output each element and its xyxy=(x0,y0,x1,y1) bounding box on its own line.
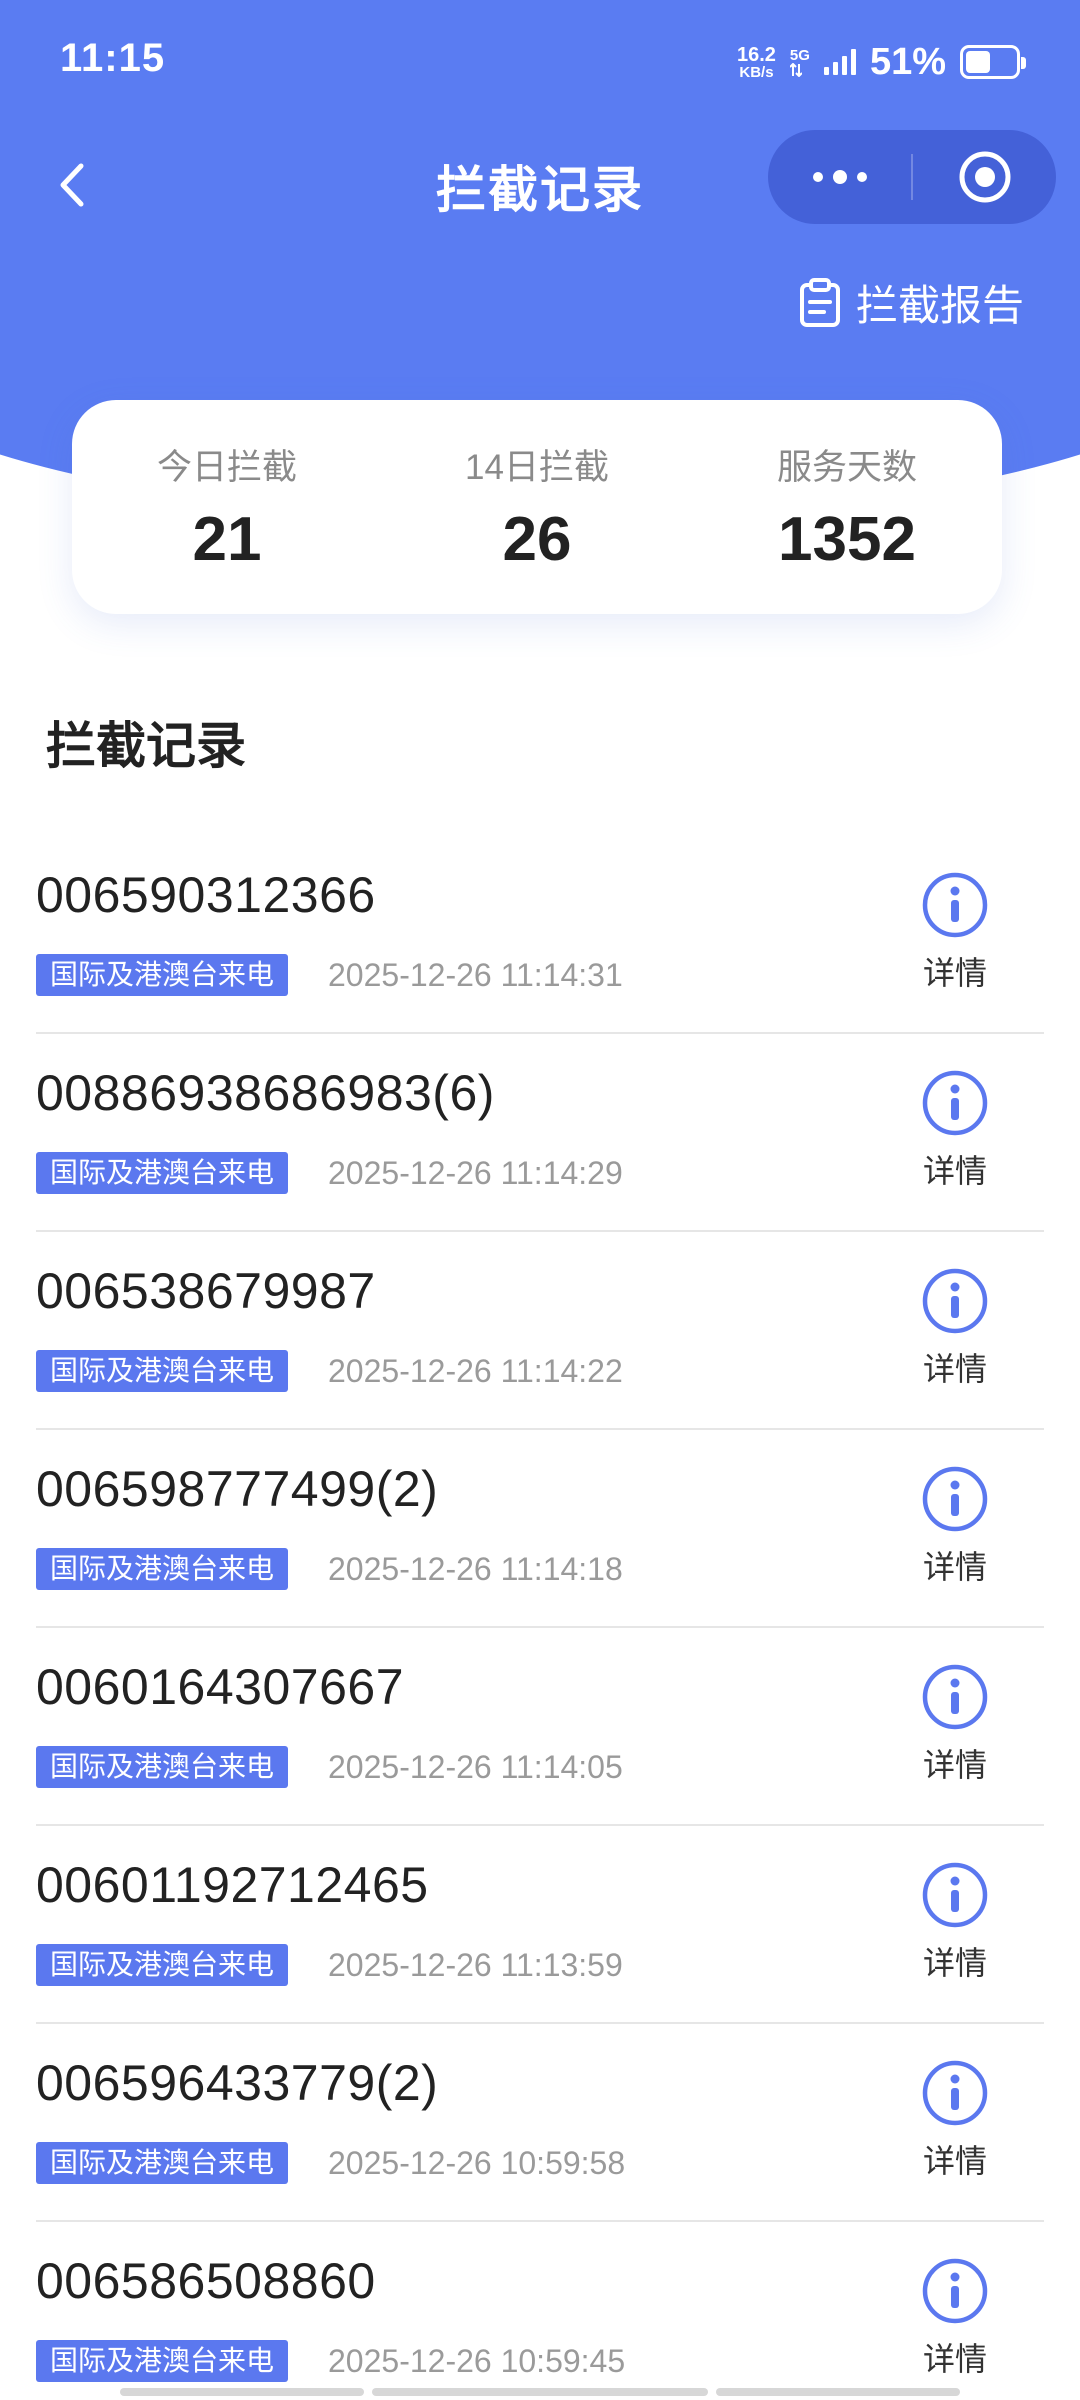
detail-button[interactable]: 详情 xyxy=(900,1068,1010,1208)
scroll-indicator xyxy=(372,2388,708,2396)
record-row: 00886938686983(6) 国际及港澳台来电 2025-12-26 11… xyxy=(0,1034,1080,1232)
phone-number: 006586508860 xyxy=(36,2253,376,2309)
network-type-label: 5G xyxy=(789,46,810,64)
detail-label: 详情 xyxy=(922,955,987,991)
network-speed-value: 16.2 xyxy=(736,43,776,66)
intercept-time: 2025-12-26 11:14:29 xyxy=(328,1155,623,1191)
record-row: 006538679987 国际及港澳台来电 2025-12-26 11:14:2… xyxy=(0,1232,1080,1430)
intercept-report-link[interactable]: 拦截报告 xyxy=(798,272,1024,333)
stat-label: 14日拦截 xyxy=(465,448,609,487)
phone-number: 0060164307667 xyxy=(36,1659,404,1715)
detail-button[interactable]: 详情 xyxy=(900,870,1010,1010)
detail-label: 详情 xyxy=(922,2341,987,2377)
phone-number: 00601192712465 xyxy=(36,1857,429,1913)
stat-value: 26 xyxy=(502,505,572,574)
info-circle-icon xyxy=(922,1268,988,1334)
stat-14-days: 14日拦截 26 xyxy=(387,439,687,575)
intercept-time: 2025-12-26 11:13:59 xyxy=(328,1947,623,1983)
record-row: 00601192712465 国际及港澳台来电 2025-12-26 11:13… xyxy=(0,1826,1080,2024)
phone-number: 00886938686983(6) xyxy=(36,1065,495,1121)
call-type-tag: 国际及港澳台来电 xyxy=(36,2142,289,2184)
status-time: 11:15 xyxy=(60,36,166,80)
close-miniprogram-button[interactable] xyxy=(913,130,1056,224)
record-row: 006590312366 国际及港澳台来电 2025-12-26 11:14:3… xyxy=(0,836,1080,1034)
detail-button[interactable]: 详情 xyxy=(900,2256,1010,2396)
info-circle-icon xyxy=(922,1862,988,1928)
detail-button[interactable]: 详情 xyxy=(900,1464,1010,1604)
info-circle-icon xyxy=(922,2060,988,2126)
detail-label: 详情 xyxy=(922,1945,987,1981)
intercept-time: 2025-12-26 11:14:05 xyxy=(328,1749,623,1785)
call-type-tag: 国际及港澳台来电 xyxy=(36,1746,289,1788)
stat-value: 21 xyxy=(192,505,262,574)
stat-value: 1352 xyxy=(778,505,916,574)
intercept-time: 2025-12-26 10:59:45 xyxy=(328,2343,626,2379)
intercept-time: 2025-12-26 11:14:31 xyxy=(328,957,623,993)
call-type-tag: 国际及港澳台来电 xyxy=(36,1152,289,1194)
battery-icon xyxy=(960,45,1026,79)
phone-number: 006598777499(2) xyxy=(36,1461,439,1517)
data-arrows-icon xyxy=(789,62,802,77)
stat-label: 服务天数 xyxy=(776,448,917,487)
call-type-tag: 国际及港澳台来电 xyxy=(36,954,289,996)
signal-strength-icon xyxy=(823,49,856,75)
info-circle-icon xyxy=(922,1070,988,1136)
info-circle-icon xyxy=(922,1466,988,1532)
scroll-indicator xyxy=(716,2388,960,2396)
scroll-indicator xyxy=(120,2388,364,2396)
info-circle-icon xyxy=(922,2258,988,2324)
more-button[interactable] xyxy=(768,130,911,224)
intercept-report-label: 拦截报告 xyxy=(855,282,1024,329)
status-bar: 11:15 16.2 KB/s 5G 51% xyxy=(0,0,1080,120)
stat-today: 今日拦截 21 xyxy=(77,439,377,575)
battery-percentage: 51% xyxy=(869,40,946,83)
detail-label: 详情 xyxy=(922,1153,987,1189)
detail-label: 详情 xyxy=(922,1747,987,1783)
network-type: 5G xyxy=(789,46,810,77)
stat-label: 今日拦截 xyxy=(156,448,297,487)
detail-label: 详情 xyxy=(922,2143,987,2179)
section-title: 拦截记录 xyxy=(46,718,246,774)
call-type-tag: 国际及港澳台来电 xyxy=(36,1944,289,1986)
detail-button[interactable]: 详情 xyxy=(900,1860,1010,2000)
stat-service-days: 服务天数 1352 xyxy=(697,439,997,575)
stats-card: 今日拦截 21 14日拦截 26 服务天数 1352 xyxy=(72,400,1002,614)
detail-label: 详情 xyxy=(922,1351,987,1387)
more-dots-icon xyxy=(812,170,867,184)
phone-number: 006596433779(2) xyxy=(36,2055,439,2111)
target-circle-icon xyxy=(959,151,1010,203)
phone-number: 006590312366 xyxy=(36,867,376,923)
detail-label: 详情 xyxy=(922,1549,987,1585)
network-speed-unit: KB/s xyxy=(739,63,774,81)
miniprogram-capsule xyxy=(768,130,1056,224)
status-indicators: 16.2 KB/s 5G 51% xyxy=(737,40,1026,84)
detail-button[interactable]: 详情 xyxy=(900,2058,1010,2198)
intercept-time: 2025-12-26 11:14:18 xyxy=(328,1551,623,1587)
call-type-tag: 国际及港澳台来电 xyxy=(36,1350,289,1392)
info-circle-icon xyxy=(922,872,988,938)
record-list: 006590312366 国际及港澳台来电 2025-12-26 11:14:3… xyxy=(0,836,1080,2400)
intercept-time: 2025-12-26 10:59:58 xyxy=(328,2145,626,2181)
intercept-records-page: 11:15 16.2 KB/s 5G 51% 拦截记录 拦截报告 今日拦截 21… xyxy=(0,0,1080,2400)
info-circle-icon xyxy=(922,1664,988,1730)
record-row: 006598777499(2) 国际及港澳台来电 2025-12-26 11:1… xyxy=(0,1430,1080,1628)
navigation-bar: 拦截记录 xyxy=(0,128,1080,238)
detail-button[interactable]: 详情 xyxy=(900,1266,1010,1406)
record-row: 0060164307667 国际及港澳台来电 2025-12-26 11:14:… xyxy=(0,1628,1080,1826)
battery-level-fill xyxy=(966,51,990,73)
record-row: 006586508860 国际及港澳台来电 2025-12-26 10:59:4… xyxy=(0,2222,1080,2400)
network-speed: 16.2 KB/s xyxy=(737,45,776,80)
intercept-time: 2025-12-26 11:14:22 xyxy=(328,1353,623,1389)
call-type-tag: 国际及港澳台来电 xyxy=(36,1548,289,1590)
clipboard-icon xyxy=(799,277,840,327)
detail-button[interactable]: 详情 xyxy=(900,1662,1010,1802)
call-type-tag: 国际及港澳台来电 xyxy=(36,2340,289,2382)
phone-number: 006538679987 xyxy=(36,1263,376,1319)
record-row: 006596433779(2) 国际及港澳台来电 2025-12-26 10:5… xyxy=(0,2024,1080,2222)
